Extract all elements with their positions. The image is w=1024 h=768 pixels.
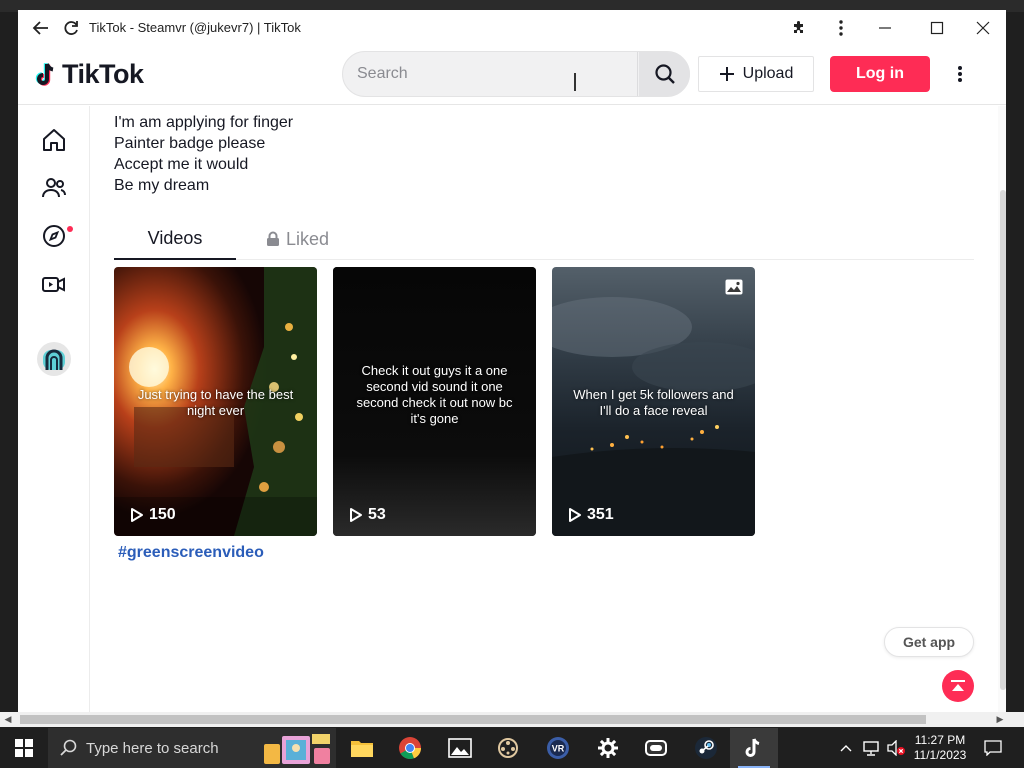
search-input[interactable]: [357, 62, 627, 86]
video-card[interactable]: Just trying to have the best night ever …: [114, 267, 317, 536]
logo-text: TikTok: [62, 59, 144, 89]
live-icon[interactable]: [38, 268, 70, 300]
file-explorer-icon[interactable]: [338, 728, 386, 768]
play-icon: [350, 508, 362, 522]
video-card[interactable]: When I get 5k followers and I'll do a fa…: [552, 267, 755, 536]
minimize-icon[interactable]: [870, 13, 900, 43]
windows-start-icon[interactable]: [0, 728, 48, 768]
tab-videos[interactable]: Videos: [114, 218, 236, 260]
browser-window: TikTok - Steamvr (@jukevr7) | TikTok Tik…: [18, 10, 1006, 712]
header-more-icon[interactable]: [948, 59, 972, 89]
film-reel-icon[interactable]: [484, 728, 532, 768]
window-title: TikTok - Steamvr (@jukevr7) | TikTok: [89, 20, 301, 35]
clock-time: 11:27 PM: [914, 733, 966, 747]
view-count: 351: [568, 506, 614, 524]
bio-line: Painter badge please: [114, 135, 266, 152]
profile-tabs: Videos Liked: [114, 218, 974, 260]
following-icon[interactable]: [38, 172, 70, 204]
view-count: 53: [349, 506, 386, 524]
steam-icon[interactable]: [682, 728, 730, 768]
settings-gear-icon[interactable]: [584, 728, 632, 768]
scroll-right-icon[interactable]: ▶: [992, 712, 1008, 727]
upload-button[interactable]: Upload: [698, 56, 814, 92]
search-icon: [654, 64, 675, 84]
taskbar-search-placeholder: Type here to search: [86, 739, 219, 757]
vertical-scrollbar-thumb[interactable]: [1000, 190, 1006, 690]
play-icon: [569, 508, 581, 522]
video-caption: Just trying to have the best night ever: [137, 387, 294, 418]
svg-text:VR: VR: [552, 744, 565, 754]
scroll-top-button[interactable]: [942, 670, 974, 702]
search-divider: [637, 52, 638, 96]
tiktok-logo[interactable]: TikTok: [34, 59, 144, 90]
extensions-icon[interactable]: [784, 13, 814, 43]
search-button[interactable]: [639, 52, 690, 96]
clock-date: 11/1/2023: [913, 748, 967, 762]
taskbar: Type here to search VR 11:27 PM 11/1/202…: [0, 728, 1024, 768]
home-icon[interactable]: [38, 124, 70, 156]
back-icon[interactable]: [26, 13, 56, 43]
search-bar: [342, 51, 690, 97]
tab-liked[interactable]: Liked: [266, 218, 329, 260]
bio-line: Accept me it would: [114, 156, 249, 173]
volume-muted-icon[interactable]: [884, 728, 908, 768]
tiktok-note-icon: [35, 62, 54, 86]
text-cursor: [574, 73, 576, 91]
desktop-left: [0, 12, 18, 712]
chevron-up-icon[interactable]: [836, 728, 856, 768]
chrome-icon[interactable]: [386, 728, 434, 768]
desktop-right: [1006, 12, 1024, 712]
horizontal-scrollbar-thumb[interactable]: [20, 715, 926, 724]
view-count-value: 351: [587, 506, 614, 523]
network-icon[interactable]: [860, 728, 882, 768]
tiktok-taskbar-icon[interactable]: [730, 728, 778, 768]
get-app-button[interactable]: Get app: [884, 627, 974, 657]
oculus-icon[interactable]: [632, 728, 680, 768]
hashtag-link[interactable]: #greenscreenvideo: [118, 544, 264, 562]
reload-icon[interactable]: [56, 13, 86, 43]
arrow-up-icon: [951, 680, 965, 691]
view-count-value: 53: [368, 506, 386, 523]
scroll-left-icon[interactable]: ◀: [0, 712, 16, 727]
sidebar: [18, 106, 90, 712]
photos-icon[interactable]: [436, 728, 484, 768]
video-caption: Check it out guys it a one second vid so…: [356, 363, 513, 426]
video-caption: When I get 5k followers and I'll do a fa…: [573, 387, 734, 418]
profile-bio: I'm am applying for finger Painter badge…: [114, 112, 293, 196]
site-header: TikTok Upload Log in: [18, 45, 1006, 105]
system-clock[interactable]: 11:27 PM 11/1/2023: [912, 733, 968, 763]
notification-center-icon[interactable]: [978, 728, 1008, 768]
bio-line: I'm am applying for finger: [114, 114, 294, 131]
play-icon: [131, 508, 143, 522]
notification-dot: [67, 226, 73, 232]
profile-main: I'm am applying for finger Painter badge…: [114, 106, 974, 712]
avatar[interactable]: [37, 342, 71, 376]
video-card[interactable]: Check it out guys it a one second vid so…: [333, 267, 536, 536]
maximize-icon[interactable]: [922, 13, 952, 43]
login-button[interactable]: Log in: [830, 56, 930, 92]
plus-icon: [719, 67, 734, 81]
vr-app-icon[interactable]: VR: [534, 728, 582, 768]
upload-label: Upload: [742, 65, 794, 82]
more-options-icon[interactable]: [826, 13, 856, 43]
photo-icon: [725, 279, 743, 300]
lock-icon: [267, 231, 279, 246]
bio-line: Be my dream: [114, 177, 210, 194]
close-icon[interactable]: [968, 13, 998, 43]
title-bar: TikTok - Steamvr (@jukevr7) | TikTok: [18, 10, 1006, 45]
view-count: 150: [130, 506, 176, 524]
explore-icon[interactable]: [38, 220, 70, 252]
search-highlight-icon: [264, 734, 330, 764]
tab-liked-label: Liked: [286, 228, 330, 249]
search-icon: [60, 739, 77, 756]
view-count-value: 150: [149, 506, 176, 523]
